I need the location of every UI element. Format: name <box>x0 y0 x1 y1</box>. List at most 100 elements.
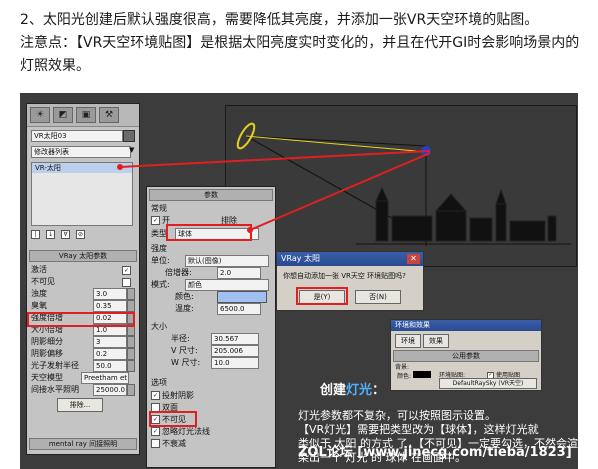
highlight-type <box>166 224 252 241</box>
unit-label: 单位: <box>151 256 170 265</box>
viewport[interactable] <box>225 105 577 267</box>
caption-line: 【VR灯光】需要把类型改为【球体】，这样灯光就 <box>298 423 539 436</box>
pin-icon[interactable]: | <box>31 230 40 239</box>
environment-dialog: 环境和效果 环境 效果 公用参数 背景: 颜色: 环境贴图: ✓ 使用贴图 Def… <box>390 319 542 391</box>
bg-color-swatch[interactable] <box>413 371 431 378</box>
option-label: 投射阴影 <box>162 391 194 400</box>
intensity-group-label: 强度 <box>151 244 167 253</box>
option-label: 忽略灯光法线 <box>162 427 210 436</box>
intro-text: 2、太阳光创建后默认强度很高，需要降低其亮度，并添加一张VR天空环境的贴图。 注… <box>20 9 590 78</box>
exclude-button[interactable]: 排除... <box>57 398 103 412</box>
show-end-icon[interactable]: ↓ <box>46 230 55 239</box>
modifier-stack[interactable]: VR-太阳 <box>31 162 133 226</box>
hierarchy-icon[interactable]: ▣ <box>76 107 96 123</box>
enabled-checkbox[interactable]: ✓ <box>122 266 131 275</box>
on-checkbox[interactable]: ✓ <box>151 216 160 225</box>
indirect-horizontal-input[interactable]: 25000.0 <box>93 384 127 396</box>
general-group-label: 常规 <box>151 204 167 213</box>
no-button[interactable]: 否(N) <box>355 290 401 304</box>
param-row: 光子发射半径 50.0 <box>31 360 135 372</box>
spinner[interactable] <box>127 360 135 372</box>
param-label: 阴影偏移 <box>31 349 63 358</box>
object-name-field[interactable]: VR太阳03 <box>31 130 123 142</box>
sun-icon[interactable]: ☀ <box>30 107 50 123</box>
option-row: ✓ 忽略灯光法线 <box>151 426 271 437</box>
stack-item[interactable]: VR-太阳 <box>32 163 132 173</box>
radius-input[interactable]: 30.567 <box>211 333 259 345</box>
color-label: 颜色: <box>175 292 194 301</box>
temperature-input[interactable]: 6500.0 <box>217 303 261 315</box>
photon-radius-input[interactable]: 50.0 <box>93 360 127 372</box>
param-row: 不可见 <box>31 276 135 287</box>
env-map-button[interactable]: DefaultRaySky (VR天空) <box>439 378 537 389</box>
ozone-input[interactable]: 0.35 <box>93 300 127 312</box>
close-icon[interactable]: ✕ <box>407 254 420 264</box>
tab-environment[interactable]: 环境 <box>395 334 421 348</box>
cast-shadows-checkbox[interactable]: ✓ <box>151 391 160 400</box>
spinner[interactable] <box>127 300 135 312</box>
spinner[interactable] <box>127 384 135 396</box>
rollout-vray-sun[interactable]: VRay 太阳参数 <box>29 250 137 262</box>
shadow-subdivs-input[interactable]: 3 <box>93 336 127 348</box>
modify-icon[interactable]: ◩ <box>53 107 73 123</box>
unique-icon[interactable]: ∀ <box>61 230 70 239</box>
w-size-input[interactable]: 10.0 <box>211 357 259 369</box>
remove-icon[interactable]: ⊘ <box>76 230 85 239</box>
turbidity-input[interactable]: 3.0 <box>93 288 127 300</box>
highlight-invisible <box>149 411 197 427</box>
radius-row: 半径: 30.567 <box>151 333 271 345</box>
option-row: 不衰减 <box>151 438 271 449</box>
mode-row: 模式: 颜色 <box>151 279 271 291</box>
spinner[interactable] <box>127 288 135 300</box>
shadow-bias-input[interactable]: 0.2 <box>93 348 127 360</box>
command-tabs: ☀ ◩ ▣ ⚒ <box>27 104 139 127</box>
unit-dropdown[interactable]: 默认(图像) <box>185 255 269 267</box>
highlight-intensity <box>27 312 135 327</box>
common-params-rollout[interactable]: 公用参数 <box>393 350 539 362</box>
castle-icon <box>375 186 557 242</box>
scene-drawing <box>236 122 571 246</box>
multiplier-input[interactable]: 2.0 <box>217 267 261 279</box>
caption-title-prefix: 创建 <box>320 383 347 398</box>
caption-title: 创建灯光： <box>320 383 385 399</box>
ignore-normals-checkbox[interactable]: ✓ <box>151 427 160 436</box>
tab-effects[interactable]: 效果 <box>423 334 449 348</box>
invisible-checkbox[interactable] <box>122 278 131 287</box>
sky-model-dropdown[interactable]: Preetham et <box>81 372 129 384</box>
temp-label: 温度: <box>175 304 194 313</box>
modifier-list-dropdown[interactable]: 修改器列表 <box>31 146 131 158</box>
spinner[interactable] <box>127 336 135 348</box>
options-group-label: 选项 <box>151 378 167 387</box>
light-color-swatch[interactable] <box>217 291 267 303</box>
option-row: ✓ 投射阴影 <box>151 390 271 401</box>
param-label: 浊度 <box>31 289 47 298</box>
v-size-label: V 尺寸: <box>171 346 198 355</box>
v-size-row: V 尺寸: 205.006 <box>151 345 271 357</box>
param-row: 间接水平照明 25000.0 <box>31 384 135 396</box>
param-row: 阴影细分 3 <box>31 336 135 348</box>
rollout-mental-ray[interactable]: mental ray 间接照明 <box>29 438 137 450</box>
param-row: 阴影偏移 0.2 <box>31 348 135 360</box>
no-decay-checkbox[interactable] <box>151 439 160 448</box>
caption-title-suffix: ： <box>372 383 386 398</box>
spinner[interactable] <box>127 348 135 360</box>
caption-title-highlight: 灯光 <box>346 383 373 398</box>
rollout-params[interactable]: 参数 <box>149 189 273 201</box>
param-label: 激活 <box>31 265 47 274</box>
param-label: 天空模型 <box>31 373 63 382</box>
mode-dropdown[interactable]: 颜色 <box>185 279 269 291</box>
multiplier-label: 倍增器: <box>165 268 192 277</box>
command-panel-left: ☀ ◩ ▣ ⚒ VR太阳03 修改器列表 ▼ VR-太阳 | ↓ ∀ ⊘ VRa… <box>26 103 140 455</box>
env-tabs: 环境 效果 <box>395 334 449 348</box>
chevron-down-icon[interactable]: ▼ <box>129 146 134 154</box>
stack-toolbar: | ↓ ∀ ⊘ <box>31 230 87 239</box>
param-row: 臭氧 0.35 <box>31 300 135 312</box>
param-row: 天空模型 Preetham et <box>31 372 135 384</box>
size-group-label: 大小 <box>151 322 167 331</box>
utilities-icon[interactable]: ⚒ <box>99 107 119 123</box>
intro-line-2: 注意点：【VR天空环境贴图】是根据太阳亮度实时变化的，并且在代开GI时会影响场景… <box>20 35 580 51</box>
v-size-input[interactable]: 205.006 <box>211 345 259 357</box>
option-label: 不衰减 <box>162 439 186 448</box>
object-color-swatch[interactable] <box>123 130 135 142</box>
mode-label: 模式: <box>151 280 170 289</box>
